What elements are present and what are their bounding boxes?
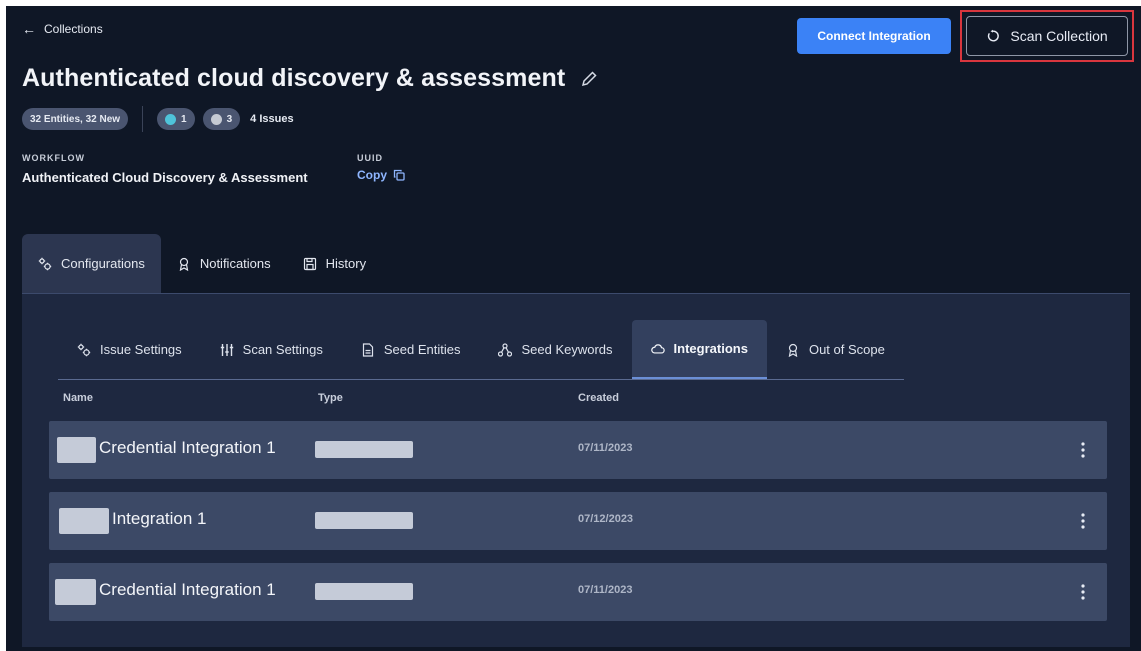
- back-arrow-icon: ←: [22, 21, 36, 37]
- connect-integration-button[interactable]: Connect Integration: [797, 18, 951, 54]
- gears-icon: [38, 257, 52, 270]
- tab-configurations-label: Configurations: [61, 256, 145, 271]
- back-link-label: Collections: [44, 22, 103, 36]
- subtab-out-of-scope[interactable]: Out of Scope: [767, 320, 904, 379]
- integration-name: Integration 1: [112, 509, 207, 528]
- entities-badge: 32 Entities, 32 New: [22, 108, 129, 130]
- more-options-icon[interactable]: [1079, 441, 1087, 459]
- severity-badge-1[interactable]: 1: [157, 108, 195, 130]
- cloud-icon: [650, 343, 665, 354]
- redacted-type: [315, 583, 413, 600]
- page-title: Authenticated cloud discovery & assessme…: [22, 64, 599, 93]
- redacted-type: [315, 441, 413, 458]
- network-icon: [498, 342, 513, 357]
- workflow-label: WORKFLOW: [22, 153, 85, 163]
- scan-button-label: Scan Collection: [1010, 28, 1108, 44]
- tab-history[interactable]: History: [287, 234, 382, 293]
- subtab-issue-settings[interactable]: Issue Settings: [58, 320, 201, 379]
- ribbon-icon: [788, 343, 798, 357]
- redacted-logo: [57, 437, 96, 463]
- back-to-collections-link[interactable]: ← Collections: [22, 21, 103, 37]
- subtab-seed-keywords[interactable]: Seed Keywords: [479, 320, 631, 379]
- severity-badge-2[interactable]: 3: [202, 108, 241, 130]
- issues-count: 4 Issues: [250, 113, 294, 125]
- copy-uuid-link[interactable]: Copy: [357, 168, 405, 182]
- subtab-issue-settings-label: Issue Settings: [100, 342, 182, 357]
- copy-icon: [393, 169, 405, 181]
- column-header-type: Type: [318, 392, 343, 404]
- integrations-table: Credential Integration 1 07/11/2023 Inte…: [49, 421, 1107, 634]
- uuid-label: UUID: [357, 153, 383, 163]
- copy-label: Copy: [357, 168, 387, 182]
- integration-name: Credential Integration 1: [99, 438, 276, 457]
- redacted-logo: [59, 508, 109, 534]
- subtab-integrations-label: Integrations: [673, 341, 748, 356]
- subtab-scan-settings-label: Scan Settings: [242, 342, 323, 357]
- gears-icon: [77, 343, 91, 356]
- severity-dot-icon: [210, 113, 222, 125]
- sub-tabs: Issue Settings Scan Settings Seed Entiti…: [58, 320, 904, 380]
- subtab-out-of-scope-label: Out of Scope: [808, 342, 885, 357]
- severity-count: 1: [181, 113, 187, 125]
- refresh-icon: [988, 29, 1000, 42]
- pencil-icon[interactable]: [579, 69, 599, 89]
- subtab-seed-entities[interactable]: Seed Entities: [342, 320, 480, 379]
- integration-name: Credential Integration 1: [99, 580, 276, 599]
- redacted-type: [315, 512, 413, 529]
- subtab-seed-entities-label: Seed Entities: [383, 342, 461, 357]
- document-icon: [362, 342, 373, 357]
- created-date: 07/12/2023: [578, 513, 634, 525]
- page-title-text: Authenticated cloud discovery & assessme…: [22, 64, 566, 92]
- meta-row: 32 Entities, 32 New 1 3 4 Issues: [22, 106, 294, 132]
- column-header-created: Created: [578, 392, 619, 404]
- main-tabs: Configurations Notifications History: [22, 234, 382, 293]
- subtab-integrations[interactable]: Integrations: [631, 320, 767, 379]
- table-row[interactable]: Credential Integration 1 07/11/2023: [49, 421, 1107, 479]
- sliders-icon: [220, 343, 233, 356]
- entities-badge-text: 32 Entities, 32 New: [30, 113, 121, 125]
- tab-history-label: History: [325, 256, 367, 271]
- more-options-icon[interactable]: [1079, 512, 1087, 530]
- subtab-scan-settings[interactable]: Scan Settings: [201, 320, 342, 379]
- app-window: ← Collections Connect Integration Scan C…: [6, 6, 1141, 651]
- meta-divider: [142, 106, 144, 132]
- table-row[interactable]: Integration 1 07/12/2023: [49, 492, 1107, 550]
- column-header-name: Name: [63, 392, 93, 404]
- tab-configurations[interactable]: Configurations: [22, 234, 161, 293]
- created-date: 07/11/2023: [578, 584, 633, 596]
- tab-notifications[interactable]: Notifications: [161, 234, 287, 293]
- configurations-panel: Issue Settings Scan Settings Seed Entiti…: [22, 293, 1130, 647]
- redacted-logo: [55, 579, 96, 605]
- severity-count: 3: [226, 113, 233, 125]
- created-date: 07/11/2023: [578, 442, 633, 454]
- save-icon: [303, 257, 316, 270]
- table-row[interactable]: Credential Integration 1 07/11/2023: [49, 563, 1107, 621]
- more-options-icon[interactable]: [1079, 583, 1087, 601]
- scan-collection-button[interactable]: Scan Collection: [966, 16, 1128, 56]
- subtab-seed-keywords-label: Seed Keywords: [521, 342, 613, 357]
- workflow-value: Authenticated Cloud Discovery & Assessme…: [22, 170, 308, 185]
- tab-notifications-label: Notifications: [199, 256, 271, 271]
- severity-dot-icon: [165, 113, 177, 125]
- ribbon-icon: [179, 257, 189, 271]
